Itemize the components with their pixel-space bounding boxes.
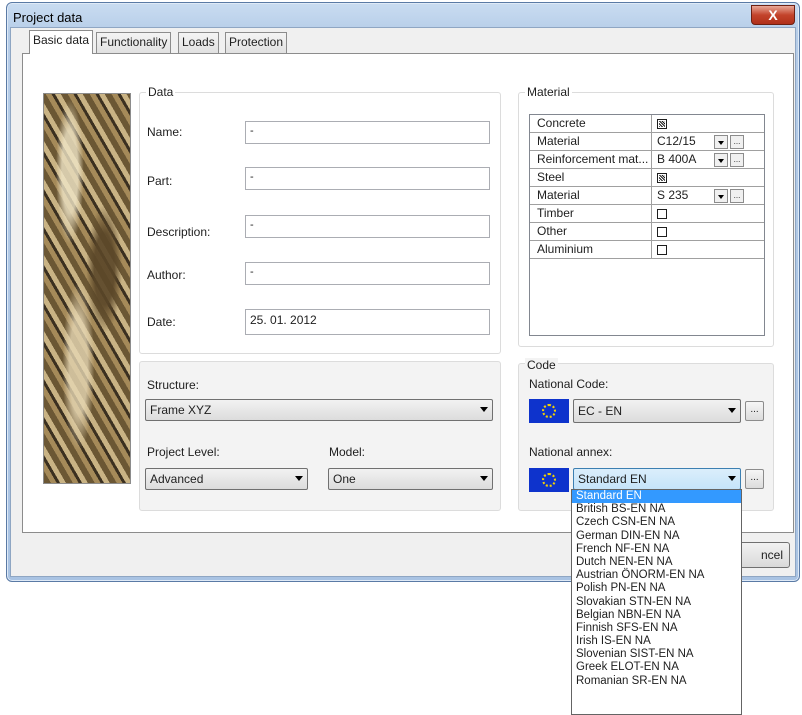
- tab-label: Protection: [229, 35, 284, 49]
- national-annex-label: National annex:: [529, 445, 613, 459]
- annex-option[interactable]: Irish IS-EN NA: [572, 635, 741, 648]
- annex-option[interactable]: Dutch NEN-EN NA: [572, 556, 741, 569]
- chevron-down-icon: [295, 476, 303, 481]
- annex-option[interactable]: German DIN-EN NA: [572, 530, 741, 543]
- code-group-legend: Code: [525, 358, 558, 372]
- material-row-steel: Steel: [530, 169, 764, 187]
- steel-material-browse-button[interactable]: ...: [730, 189, 744, 203]
- chevron-down-icon: [728, 408, 736, 413]
- name-field[interactable]: -: [245, 121, 490, 144]
- eu-flag-icon: [529, 468, 569, 492]
- steel-material-value[interactable]: S 235: [653, 187, 764, 205]
- annex-option[interactable]: Polish PN-EN NA: [572, 582, 741, 595]
- chevron-down-icon: [728, 476, 736, 481]
- national-annex-browse-button[interactable]: ...: [745, 469, 764, 489]
- concrete-material-browse-button[interactable]: ...: [730, 135, 744, 149]
- national-code-select[interactable]: EC - EN: [573, 399, 741, 423]
- row-label: Material: [530, 133, 652, 151]
- structure-select[interactable]: Frame XYZ: [145, 399, 493, 421]
- project-image: [43, 93, 131, 484]
- close-button[interactable]: X: [751, 5, 795, 25]
- model-select[interactable]: One: [328, 468, 493, 490]
- tab-basic-data[interactable]: Basic data: [29, 30, 94, 54]
- material-grid: Concrete Material C12/15 ... Reinforceme…: [529, 114, 765, 336]
- dropdown-arrow-icon[interactable]: [714, 189, 728, 203]
- national-annex-select[interactable]: Standard EN: [573, 468, 741, 490]
- tab-label: Basic data: [33, 33, 90, 47]
- tab-label: Loads: [182, 35, 215, 49]
- row-label: Material: [530, 187, 652, 205]
- tab-loads[interactable]: Loads: [178, 32, 219, 53]
- part-label: Part:: [147, 174, 173, 188]
- annex-option[interactable]: Austrian ÖNORM-EN NA: [572, 569, 741, 582]
- concrete-checkbox[interactable]: [657, 119, 667, 129]
- row-label: Aluminium: [530, 241, 652, 259]
- tab-protection[interactable]: Protection: [225, 32, 288, 53]
- eu-flag-icon: [529, 399, 569, 423]
- other-checkbox[interactable]: [657, 227, 667, 237]
- concrete-material-value[interactable]: C12/15: [653, 133, 764, 151]
- row-label: Other: [530, 223, 652, 241]
- national-annex-value: Standard EN: [578, 472, 647, 486]
- part-field[interactable]: -: [245, 167, 490, 190]
- date-field[interactable]: 25. 01. 2012: [245, 309, 490, 335]
- annex-option[interactable]: Finnish SFS-EN NA: [572, 622, 741, 635]
- steel-checkbox[interactable]: [657, 173, 667, 183]
- reinforcement-material-value[interactable]: B 400A: [653, 151, 764, 169]
- national-annex-dropdown: Standard EN British BS-EN NA Czech CSN-E…: [571, 489, 742, 715]
- material-row-other: Other: [530, 223, 764, 241]
- timber-checkbox[interactable]: [657, 209, 667, 219]
- annex-option[interactable]: Czech CSN-EN NA: [572, 516, 741, 529]
- annex-option[interactable]: French NF-EN NA: [572, 543, 741, 556]
- row-label: Steel: [530, 169, 652, 187]
- material-row-timber: Timber: [530, 205, 764, 223]
- annex-option[interactable]: Greek ELOT-EN NA: [572, 661, 741, 674]
- structure-label: Structure:: [147, 378, 200, 392]
- tab-label: Functionality: [100, 35, 168, 49]
- tab-functionality[interactable]: Functionality: [96, 32, 172, 53]
- date-label: Date:: [147, 315, 176, 329]
- material-row-reinforcement: Reinforcement mat... B 400A ...: [530, 151, 764, 169]
- window-title: Project data: [13, 10, 83, 25]
- model-label: Model:: [329, 445, 366, 459]
- row-label: Concrete: [530, 115, 652, 133]
- material-row-steel-material: Material S 235 ...: [530, 187, 764, 205]
- material-row-concrete-material: Material C12/15 ...: [530, 133, 764, 151]
- name-label: Name:: [147, 125, 183, 139]
- annex-option[interactable]: Belgian NBN-EN NA: [572, 609, 741, 622]
- material-group-legend: Material: [525, 85, 572, 99]
- national-code-browse-button[interactable]: ...: [745, 401, 764, 421]
- close-icon: X: [768, 7, 778, 23]
- model-value: One: [333, 472, 356, 486]
- project-level-value: Advanced: [150, 472, 204, 486]
- material-row-aluminium: Aluminium: [530, 241, 764, 259]
- data-group-legend: Data: [146, 85, 176, 99]
- annex-option[interactable]: British BS-EN NA: [572, 503, 741, 516]
- dropdown-arrow-icon[interactable]: [714, 135, 728, 149]
- project-level-select[interactable]: Advanced: [145, 468, 308, 490]
- row-label: Reinforcement mat...: [530, 151, 652, 169]
- annex-option[interactable]: Standard EN: [572, 490, 741, 504]
- chevron-down-icon: [480, 407, 488, 412]
- annex-option[interactable]: Slovenian SIST-EN NA: [572, 648, 741, 661]
- annex-option[interactable]: Slovakian STN-EN NA: [572, 596, 741, 609]
- material-row-concrete: Concrete: [530, 115, 764, 133]
- chevron-down-icon: [480, 476, 488, 481]
- author-field[interactable]: -: [245, 262, 490, 285]
- row-label: Timber: [530, 205, 652, 223]
- aluminium-checkbox[interactable]: [657, 245, 667, 255]
- structure-value: Frame XYZ: [150, 403, 212, 417]
- description-label: Description:: [147, 225, 211, 239]
- national-code-value: EC - EN: [578, 404, 623, 418]
- annex-option[interactable]: Romanian SR-EN NA: [572, 675, 741, 688]
- cancel-button-label: ncel: [760, 548, 783, 562]
- national-code-label: National Code:: [529, 377, 609, 391]
- project-level-label: Project Level:: [147, 445, 220, 459]
- reinforcement-browse-button[interactable]: ...: [730, 153, 744, 167]
- author-label: Author:: [147, 268, 186, 282]
- description-field[interactable]: -: [245, 215, 490, 238]
- dropdown-arrow-icon[interactable]: [714, 153, 728, 167]
